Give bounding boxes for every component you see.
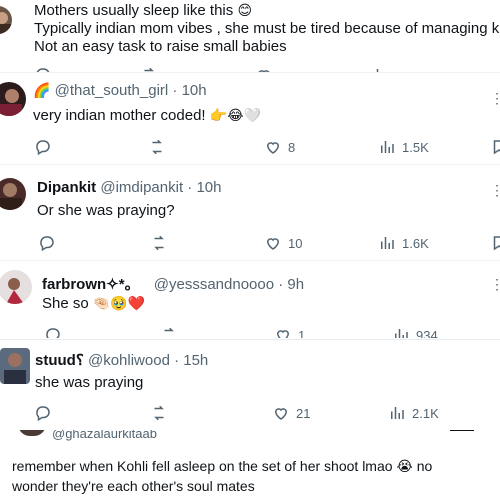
reply-icon: [46, 328, 60, 338]
bottom-tweet-snippet[interactable]: @ghazalaurkitaab remember when Kohli fel…: [0, 430, 500, 500]
reply-icon: [36, 406, 50, 422]
views-count: 2.1K: [412, 405, 439, 421]
avatar[interactable]: [0, 348, 30, 384]
reply-header: stuud⸮ @kohliwood · 15h: [35, 351, 208, 369]
reply-handle[interactable]: @kohliwood: [88, 352, 170, 369]
reply-text: Or she was praying?: [37, 202, 175, 219]
reply-header: Dipankit @imdipankit · 10h: [37, 179, 222, 196]
reply-actions: 21 2.1K: [0, 404, 500, 424]
heart-icon: [276, 330, 290, 338]
tweet-text-line-1: remember when Kohli fell asleep on the s…: [12, 458, 433, 475]
reply-emojis: 👉😂🤍: [209, 108, 262, 124]
more-icon[interactable]: ⋮: [490, 90, 500, 107]
tweet-text-line-2: wonder they're each other's soul mates: [12, 478, 255, 494]
reply-tweet-2[interactable]: Dipankit @imdipankit · 10h Or she was pr…: [0, 168, 500, 260]
avatar[interactable]: [0, 178, 26, 210]
divider: [0, 72, 500, 73]
reply-actions: 1 934: [0, 326, 500, 338]
views-count: 1.6K: [402, 235, 429, 251]
repost-button[interactable]: [150, 404, 168, 422]
reply-name-suffix: ⸮: [75, 352, 84, 369]
tweet-text-line-1: Mothers usually sleep like this 😊: [34, 2, 253, 19]
repost-icon: [154, 235, 164, 251]
reply-actions: 10 1.6K: [0, 234, 500, 254]
like-count: 21: [296, 405, 311, 421]
reply-icon: [36, 140, 50, 156]
reply-handle-partial[interactable]: @ghazalaurkitaab: [52, 430, 157, 441]
views-button[interactable]: 2.1K: [388, 404, 439, 422]
views-button[interactable]: 1.6K: [378, 234, 429, 252]
like-count: 8: [288, 139, 296, 155]
avatar[interactable]: [0, 6, 12, 34]
reply-text: very indian mother coded! 👉😂🤍: [33, 107, 262, 124]
top-tweet-snippet: Mothers usually sleep like this 😊 Typica…: [0, 0, 500, 72]
like-count: 10: [288, 235, 303, 251]
views-count: 934: [416, 327, 438, 339]
like-button[interactable]: 10: [264, 234, 302, 252]
heart-icon: [274, 408, 288, 420]
divider: [0, 260, 500, 261]
views-button[interactable]: 934: [392, 326, 438, 338]
views-icon: [381, 237, 394, 249]
like-button[interactable]: 8: [264, 138, 295, 156]
bookmark-icon: [493, 140, 500, 155]
reply-button[interactable]: [44, 326, 62, 338]
like-count: 1: [298, 327, 306, 339]
reply-emojis: 🤏🏻🥹❤️: [92, 296, 146, 312]
views-count: 1.5K: [402, 139, 429, 155]
more-icon[interactable]: ⋮: [490, 182, 500, 199]
reply-text: She so 🤏🏻🥹❤️: [42, 295, 146, 312]
divider: [0, 164, 500, 165]
avatar[interactable]: [0, 82, 26, 116]
like-button[interactable]: 1: [274, 326, 305, 338]
reply-tweet-4[interactable]: stuud⸮ @kohliwood · 15h she was praying …: [0, 340, 500, 430]
bookmark-icon: [493, 236, 500, 251]
reply-time[interactable]: · 15h: [174, 352, 208, 369]
reply-time[interactable]: · 10h: [187, 179, 221, 196]
share-button[interactable]: [490, 138, 500, 156]
reply-display-name[interactable]: Dipankit: [37, 179, 96, 196]
reply-tweet-3[interactable]: farbrown✧*。 @yesssandnoooo · 9h She so 🤏…: [0, 264, 500, 338]
share-button[interactable]: [490, 234, 500, 252]
views-icon: [391, 407, 404, 419]
reply-button[interactable]: [34, 138, 52, 156]
repost-button[interactable]: [148, 138, 166, 156]
tweet-text-line-3: Not an easy task to raise small babies: [34, 38, 287, 55]
avatar[interactable]: [0, 270, 32, 304]
views-icon: [395, 329, 408, 338]
views-icon: [381, 141, 394, 153]
tweet-text-line-2: Typically indian mom vibes , she must be…: [34, 20, 500, 37]
reply-header: farbrown✧*。 @yesssandnoooo · 9h: [42, 273, 304, 294]
repost-icon: [154, 405, 164, 421]
more-icon[interactable]: ⋮: [490, 276, 500, 293]
repost-icon: [164, 327, 174, 332]
rainbow-icon: 🌈: [33, 83, 51, 99]
crying-emoji: 😭: [396, 459, 413, 475]
reply-time[interactable]: · 9h: [278, 276, 304, 293]
reply-display-name[interactable]: stuud: [35, 352, 76, 369]
heart-icon: [266, 238, 280, 250]
heart-icon: [266, 142, 280, 154]
reply-button[interactable]: [34, 404, 52, 422]
reply-time[interactable]: · 10h: [172, 82, 206, 99]
reply-tweet-1[interactable]: 🌈 @that_south_girl · 10h very indian mot…: [0, 76, 500, 164]
smile-emoji: 😊: [237, 3, 253, 19]
reply-handle[interactable]: @that_south_girl: [55, 82, 169, 99]
reply-handle[interactable]: @yesssandnoooo: [154, 276, 274, 293]
reply-display-name[interactable]: farbrown✧*。: [42, 276, 140, 293]
reply-header: 🌈 @that_south_girl · 10h: [33, 82, 207, 99]
views-button[interactable]: 1.5K: [378, 138, 429, 156]
reply-actions: 8 1.5K: [0, 138, 500, 158]
repost-button[interactable]: [150, 234, 168, 252]
reply-handle[interactable]: @imdipankit: [100, 179, 183, 196]
repost-icon: [152, 139, 162, 155]
bookmark-icon[interactable]: [450, 430, 474, 431]
like-button[interactable]: 21: [272, 404, 310, 422]
repost-button[interactable]: [160, 326, 178, 338]
reply-button[interactable]: [38, 234, 56, 252]
reply-icon: [40, 236, 54, 252]
avatar[interactable]: [18, 430, 46, 436]
reply-text: she was praying: [35, 374, 144, 391]
